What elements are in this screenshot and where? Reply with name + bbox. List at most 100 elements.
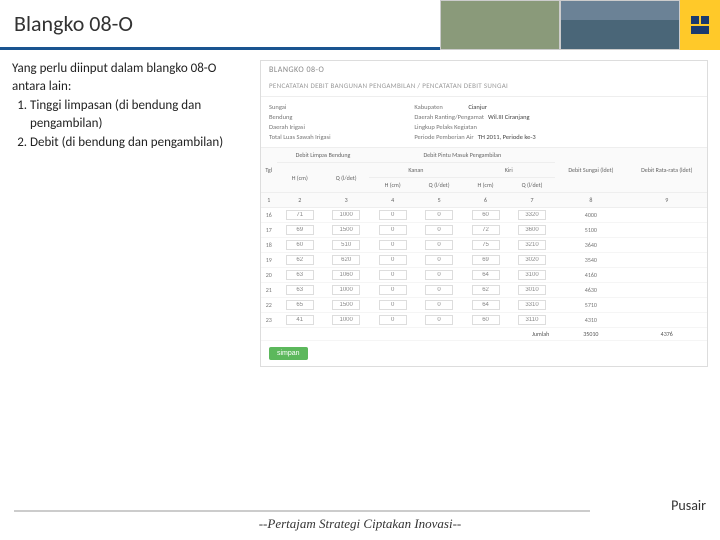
input-h2[interactable] — [379, 315, 407, 325]
slide-header: Blangko 08-O — [0, 0, 720, 50]
cell-tgl: 16 — [261, 208, 277, 223]
app-title: BLANGKO 08-O — [261, 61, 707, 79]
table-row: 234310 — [261, 313, 707, 328]
input-q3[interactable] — [518, 255, 546, 265]
input-q1[interactable] — [332, 240, 360, 250]
cell-tgl: 17 — [261, 223, 277, 238]
input-q2[interactable] — [425, 210, 453, 220]
cell-sungai: 5100 — [555, 223, 626, 238]
list-item: Debit (di bendung dan pengambilan) — [30, 134, 252, 152]
input-q1[interactable] — [332, 300, 360, 310]
cell-rata — [627, 223, 707, 238]
cell-tgl: 22 — [261, 298, 277, 313]
jumlah-label: Jumlah — [261, 328, 555, 341]
cell-sungai: 4630 — [555, 283, 626, 298]
rata-value: 4376 — [627, 328, 707, 341]
input-h1[interactable] — [286, 255, 314, 265]
col-tgl: Tgl — [261, 148, 277, 193]
cell-sungai: 4000 — [555, 208, 626, 223]
input-q1[interactable] — [332, 225, 360, 235]
table-row: 17 5100 — [261, 223, 707, 238]
input-q2[interactable] — [425, 255, 453, 265]
input-h1[interactable] — [286, 270, 314, 280]
input-h3[interactable] — [472, 255, 500, 265]
input-h3[interactable] — [472, 210, 500, 220]
cell-rata — [627, 253, 707, 268]
header-images — [440, 0, 720, 50]
input-q3[interactable] — [518, 300, 546, 310]
cell-rata — [627, 208, 707, 223]
input-q3[interactable] — [518, 285, 546, 295]
content-area: Yang perlu diinput dalam blangko 08-O an… — [0, 50, 720, 367]
label-kabupaten: Kabupaten — [414, 103, 464, 111]
input-h1[interactable] — [286, 225, 314, 235]
input-h1[interactable] — [286, 240, 314, 250]
label-luas: Total Luas Sawah Irigasi — [269, 133, 331, 141]
label-lingkup: Lingkup Pelaks Kegiatan — [414, 123, 477, 131]
input-h2[interactable] — [379, 240, 407, 250]
cell-rata — [627, 238, 707, 253]
input-h2[interactable] — [379, 300, 407, 310]
cell-tgl: 18 — [261, 238, 277, 253]
input-q2[interactable] — [425, 270, 453, 280]
cell-tgl: 20 — [261, 268, 277, 283]
table-row: 22 5710 — [261, 298, 707, 313]
cell-tgl: 19 — [261, 253, 277, 268]
input-h3[interactable] — [472, 300, 500, 310]
label-sungai: Sungai — [269, 103, 319, 111]
input-q1[interactable] — [332, 270, 360, 280]
list-item: Tinggi limpasan (di bendung dan pengambi… — [30, 97, 252, 132]
footer-divider — [14, 510, 590, 512]
cell-rata — [627, 268, 707, 283]
jumlah-value: 35010 — [555, 328, 626, 341]
input-q1[interactable] — [332, 255, 360, 265]
input-h2[interactable] — [379, 285, 407, 295]
input-q1[interactable] — [332, 285, 360, 295]
input-q2[interactable] — [425, 300, 453, 310]
input-h2[interactable] — [379, 270, 407, 280]
input-h2[interactable] — [379, 210, 407, 220]
cell-rata — [627, 313, 707, 328]
input-h2[interactable] — [379, 255, 407, 265]
input-q2[interactable] — [425, 315, 453, 325]
pu-logo — [680, 0, 720, 50]
input-h3[interactable] — [472, 225, 500, 235]
cell-sungai: 5710 — [555, 298, 626, 313]
input-h3[interactable] — [472, 240, 500, 250]
footer-motto: --Pertajam Strategi Ciptakan Inovasi-- — [0, 516, 720, 532]
input-q3[interactable] — [518, 240, 546, 250]
table-row: 214630 — [261, 283, 707, 298]
input-h3[interactable] — [472, 285, 500, 295]
input-q2[interactable] — [425, 225, 453, 235]
input-h1[interactable] — [286, 210, 314, 220]
info-grid: Sungai KabupatenCianjur Bendung Daerah R… — [261, 97, 707, 148]
cell-sungai: 4310 — [555, 313, 626, 328]
data-table: Tgl Debit Limpas Bendung Debit Pintu Mas… — [261, 148, 707, 341]
intro-line: Yang perlu diinput dalam blangko 08-O an… — [12, 60, 252, 95]
input-q3[interactable] — [518, 210, 546, 220]
cell-sungai: 3640 — [555, 238, 626, 253]
input-h1[interactable] — [286, 300, 314, 310]
input-q3[interactable] — [518, 225, 546, 235]
header-photo-1 — [440, 0, 560, 50]
input-q3[interactable] — [518, 270, 546, 280]
cell-rata — [627, 298, 707, 313]
table-row: 18 3640 — [261, 238, 707, 253]
input-q1[interactable] — [332, 315, 360, 325]
input-h1[interactable] — [286, 285, 314, 295]
cell-sungai: 4160 — [555, 268, 626, 283]
input-h1[interactable] — [286, 315, 314, 325]
col-limpas: Debit Limpas Bendung — [277, 148, 370, 163]
label-bendung: Bendung — [269, 113, 319, 121]
input-h2[interactable] — [379, 225, 407, 235]
slide-title: Blangko 08-O — [0, 10, 133, 37]
input-q2[interactable] — [425, 285, 453, 295]
input-h3[interactable] — [472, 315, 500, 325]
input-h3[interactable] — [472, 270, 500, 280]
app-screenshot: BLANGKO 08-O PENCATATAN DEBIT BANGUNAN P… — [260, 60, 708, 367]
input-q2[interactable] — [425, 240, 453, 250]
input-q3[interactable] — [518, 315, 546, 325]
save-button[interactable]: simpan — [269, 347, 308, 360]
input-q1[interactable] — [332, 210, 360, 220]
col-pintu: Debit Pintu Masuk Pengambilan — [369, 148, 555, 163]
